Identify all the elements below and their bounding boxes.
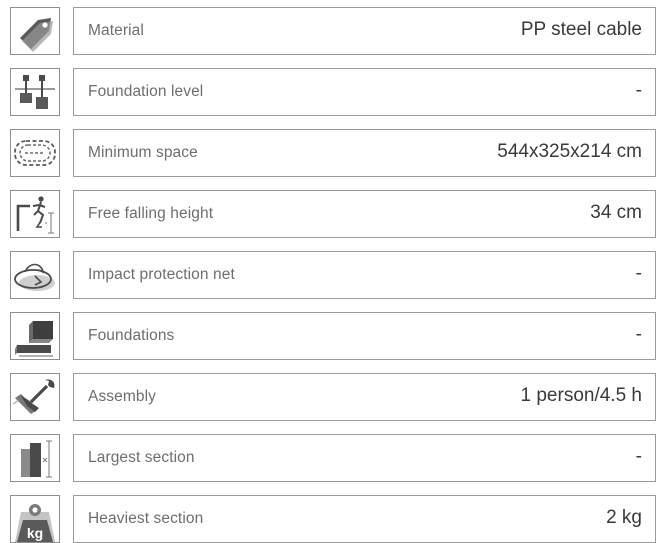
- spec-value-box: Impact protection net -: [73, 251, 656, 299]
- spec-value: -: [635, 446, 642, 467]
- largest-section-icon: [10, 434, 60, 482]
- spec-value-box: Material PP steel cable: [73, 7, 656, 55]
- spec-row-minimum-space: Minimum space 544x325x214 cm: [0, 122, 660, 177]
- spec-value: 544x325x214 cm: [497, 141, 642, 162]
- spec-value: 2 kg: [606, 507, 642, 528]
- foundation-block-icon: [10, 312, 60, 360]
- spec-value-box: Foundation level -: [73, 68, 656, 116]
- foundation-level-icon: [10, 68, 60, 116]
- spec-value-box: Free falling height 34 cm: [73, 190, 656, 238]
- spec-value: -: [635, 324, 642, 345]
- price-tag-icon: [10, 7, 60, 55]
- spec-row-material: Material PP steel cable: [0, 0, 660, 55]
- minimum-space-icon: [10, 129, 60, 177]
- weight-kg-label: kg: [27, 525, 43, 541]
- spec-value: 1 person/4.5 h: [520, 385, 642, 406]
- spec-label: Free falling height: [88, 205, 214, 222]
- spec-row-heaviest-section: kg Heaviest section 2 kg: [0, 488, 660, 543]
- spec-value-box: Foundations -: [73, 312, 656, 360]
- spec-value: -: [635, 80, 642, 101]
- spec-value-box: Heaviest section 2 kg: [73, 495, 656, 543]
- spec-row-impact-protection-net: Impact protection net -: [0, 244, 660, 299]
- spec-row-foundations: Foundations -: [0, 305, 660, 360]
- wrench-hand-icon: [10, 373, 60, 421]
- spec-value: -: [635, 263, 642, 284]
- spec-value: PP steel cable: [520, 19, 642, 40]
- spec-row-assembly: Assembly 1 person/4.5 h: [0, 366, 660, 421]
- impact-area-icon: [10, 251, 60, 299]
- spec-label: Material: [88, 22, 144, 39]
- spec-value-box: Largest section -: [73, 434, 656, 482]
- spec-label: Assembly: [88, 388, 156, 405]
- spec-label: Foundations: [88, 327, 175, 344]
- falling-person-icon: [10, 190, 60, 238]
- spec-label: Heaviest section: [88, 510, 204, 527]
- spec-label: Foundation level: [88, 83, 204, 100]
- spec-label: Impact protection net: [88, 266, 235, 283]
- spec-label: Minimum space: [88, 144, 198, 161]
- spec-value-box: Assembly 1 person/4.5 h: [73, 373, 656, 421]
- spec-value-box: Minimum space 544x325x214 cm: [73, 129, 656, 177]
- spec-row-foundation-level: Foundation level -: [0, 61, 660, 116]
- weight-kg-icon: kg: [10, 495, 60, 543]
- spec-row-free-falling-height: Free falling height 34 cm: [0, 183, 660, 238]
- spec-label: Largest section: [88, 449, 195, 466]
- spec-row-largest-section: Largest section -: [0, 427, 660, 482]
- spec-value: 34 cm: [590, 202, 642, 223]
